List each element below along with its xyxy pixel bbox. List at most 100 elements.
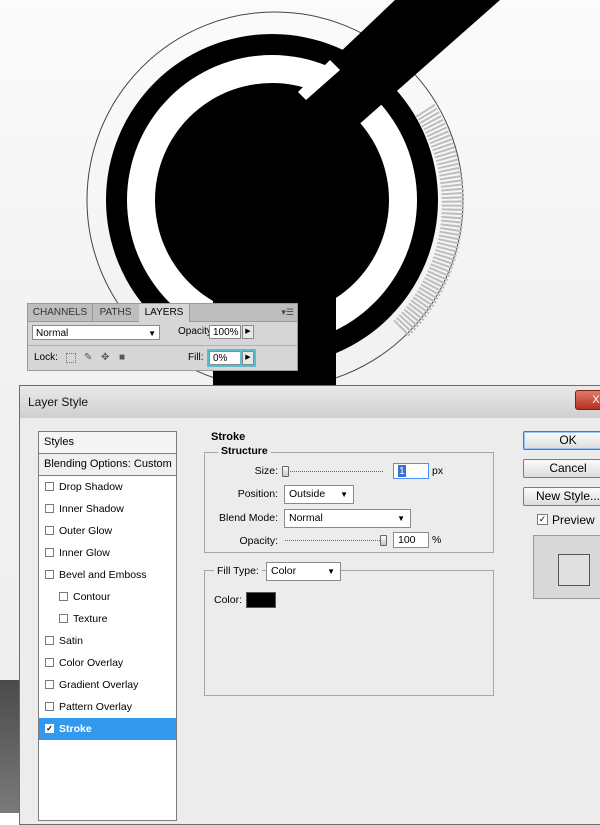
chevron-down-icon: ▼ — [340, 490, 348, 499]
style-item-label: Stroke — [59, 723, 92, 735]
blend-mode-value: Normal — [36, 328, 69, 339]
chevron-down-icon: ▼ — [327, 567, 335, 576]
fill-input[interactable]: 0% — [209, 351, 241, 365]
lock-label: Lock: — [34, 352, 58, 363]
opacity-label: Opacity: — [239, 535, 278, 547]
panel-divider — [28, 345, 297, 346]
cancel-button[interactable]: Cancel — [523, 459, 600, 478]
tab-channels[interactable]: CHANNELS — [28, 304, 93, 321]
lock-brush-icon[interactable]: ✎ — [84, 353, 94, 363]
stroke-section-title: Stroke — [211, 431, 246, 443]
opacity-slider-track[interactable] — [285, 540, 386, 542]
panel-tab-bar: CHANNELS PATHS LAYERS ▾☰ — [28, 304, 297, 322]
fill-type-group — [204, 570, 494, 696]
style-checkbox[interactable] — [45, 548, 54, 557]
stroke-settings: Stroke Structure Size: 1 px Position: Ou… — [196, 431, 503, 821]
style-item-label: Texture — [73, 613, 108, 625]
blending-options-item[interactable]: Blending Options: Custom — [39, 454, 176, 476]
style-item-inner-shadow[interactable]: Inner Shadow — [39, 498, 176, 520]
style-checkbox[interactable]: ✓ — [45, 724, 54, 733]
chevron-down-icon: ▼ — [397, 514, 405, 523]
style-item-label: Inner Glow — [59, 547, 110, 559]
ok-button[interactable]: OK — [523, 431, 600, 450]
canvas-left-edge — [0, 680, 20, 813]
dialog-title: Layer Style — [28, 395, 89, 409]
fill-type-label: Fill Type: — [214, 565, 262, 577]
lock-all-icon[interactable]: ■ — [119, 353, 129, 363]
style-item-label: Pattern Overlay — [59, 701, 132, 713]
size-slider-thumb[interactable] — [282, 466, 289, 477]
stroke-opacity-input[interactable]: 100 — [393, 532, 429, 548]
style-item-texture[interactable]: Texture — [39, 608, 176, 630]
chevron-down-icon: ▼ — [148, 329, 156, 338]
style-checkbox[interactable] — [45, 570, 54, 579]
position-value: Outside — [289, 488, 326, 500]
style-item-gradient-overlay[interactable]: Gradient Overlay — [39, 674, 176, 696]
style-item-bevel-and-emboss[interactable]: Bevel and Emboss — [39, 564, 176, 586]
dialog-titlebar[interactable]: Layer Style X — [20, 386, 600, 418]
style-item-outer-glow[interactable]: Outer Glow — [39, 520, 176, 542]
lock-move-icon[interactable]: ✥ — [101, 353, 111, 363]
close-button[interactable]: X — [575, 390, 600, 410]
size-value: 1 — [398, 465, 406, 477]
style-item-label: Inner Shadow — [59, 503, 124, 515]
styles-list: Styles Blending Options: Custom Drop Sha… — [38, 431, 177, 821]
styles-header[interactable]: Styles — [39, 432, 176, 454]
preview-thumbnail — [533, 535, 600, 599]
style-checkbox[interactable] — [45, 526, 54, 535]
opacity-input[interactable]: 100% — [209, 325, 241, 339]
size-slider-track[interactable] — [285, 471, 383, 473]
style-checkbox[interactable] — [45, 680, 54, 689]
style-item-label: Drop Shadow — [59, 481, 123, 493]
fill-type-select[interactable]: Color ▼ — [266, 562, 341, 581]
position-label: Position: — [237, 488, 278, 500]
style-checkbox[interactable] — [45, 702, 54, 711]
style-item-satin[interactable]: Satin — [39, 630, 176, 652]
fill-type-value: Color — [271, 565, 297, 577]
blend-mode-select[interactable]: Normal ▼ — [32, 325, 160, 340]
color-label: Color: — [214, 594, 243, 606]
style-item-label: Contour — [73, 591, 111, 603]
style-item-contour[interactable]: Contour — [39, 586, 176, 608]
style-item-pattern-overlay[interactable]: Pattern Overlay — [39, 696, 176, 718]
style-checkbox[interactable] — [59, 614, 68, 623]
tab-paths[interactable]: PATHS — [92, 304, 140, 321]
style-item-label: Color Overlay — [59, 657, 124, 669]
panel-menu-icon[interactable]: ▾☰ — [281, 307, 294, 318]
style-checkbox[interactable] — [45, 658, 54, 667]
fill-label: Fill: — [188, 352, 204, 363]
layers-panel: CHANNELS PATHS LAYERS ▾☰ Normal ▼ Opacit… — [27, 303, 298, 371]
opacity-stepper-icon[interactable]: ▶ — [242, 325, 254, 339]
style-checkbox[interactable] — [59, 592, 68, 601]
opacity-unit: % — [432, 534, 442, 546]
style-item-color-overlay[interactable]: Color Overlay — [39, 652, 176, 674]
style-item-label: Outer Glow — [59, 525, 113, 537]
style-item-label: Satin — [59, 635, 83, 647]
size-input[interactable]: 1 — [393, 463, 429, 479]
preview-checkbox[interactable]: ✓ — [537, 514, 548, 525]
preview-square — [558, 554, 590, 586]
blend-mode-label: Blend Mode: — [219, 512, 278, 524]
style-item-stroke[interactable]: ✓ Stroke — [39, 718, 176, 740]
structure-title: Structure — [218, 445, 271, 457]
size-unit: px — [432, 465, 444, 477]
style-item-label: Bevel and Emboss — [59, 569, 147, 581]
size-label: Size: — [254, 465, 278, 477]
opacity-slider-thumb[interactable] — [380, 535, 387, 546]
preview-label: Preview — [552, 513, 595, 527]
style-item-drop-shadow[interactable]: Drop Shadow — [39, 476, 176, 498]
style-item-label: Gradient Overlay — [59, 679, 139, 691]
style-checkbox[interactable] — [45, 482, 54, 491]
stroke-blend-value: Normal — [289, 512, 323, 524]
tab-layers[interactable]: LAYERS — [139, 304, 190, 322]
lock-transparent-icon[interactable] — [66, 353, 76, 363]
color-swatch[interactable] — [246, 592, 276, 608]
style-checkbox[interactable] — [45, 636, 54, 645]
style-checkbox[interactable] — [45, 504, 54, 513]
stroke-blend-select[interactable]: Normal ▼ — [284, 509, 411, 528]
position-select[interactable]: Outside ▼ — [284, 485, 354, 504]
new-style-button[interactable]: New Style... — [523, 487, 600, 506]
style-item-inner-glow[interactable]: Inner Glow — [39, 542, 176, 564]
fill-stepper-icon[interactable]: ▶ — [242, 351, 254, 365]
layer-style-dialog: Layer Style X Styles Blending Options: C… — [19, 385, 600, 825]
